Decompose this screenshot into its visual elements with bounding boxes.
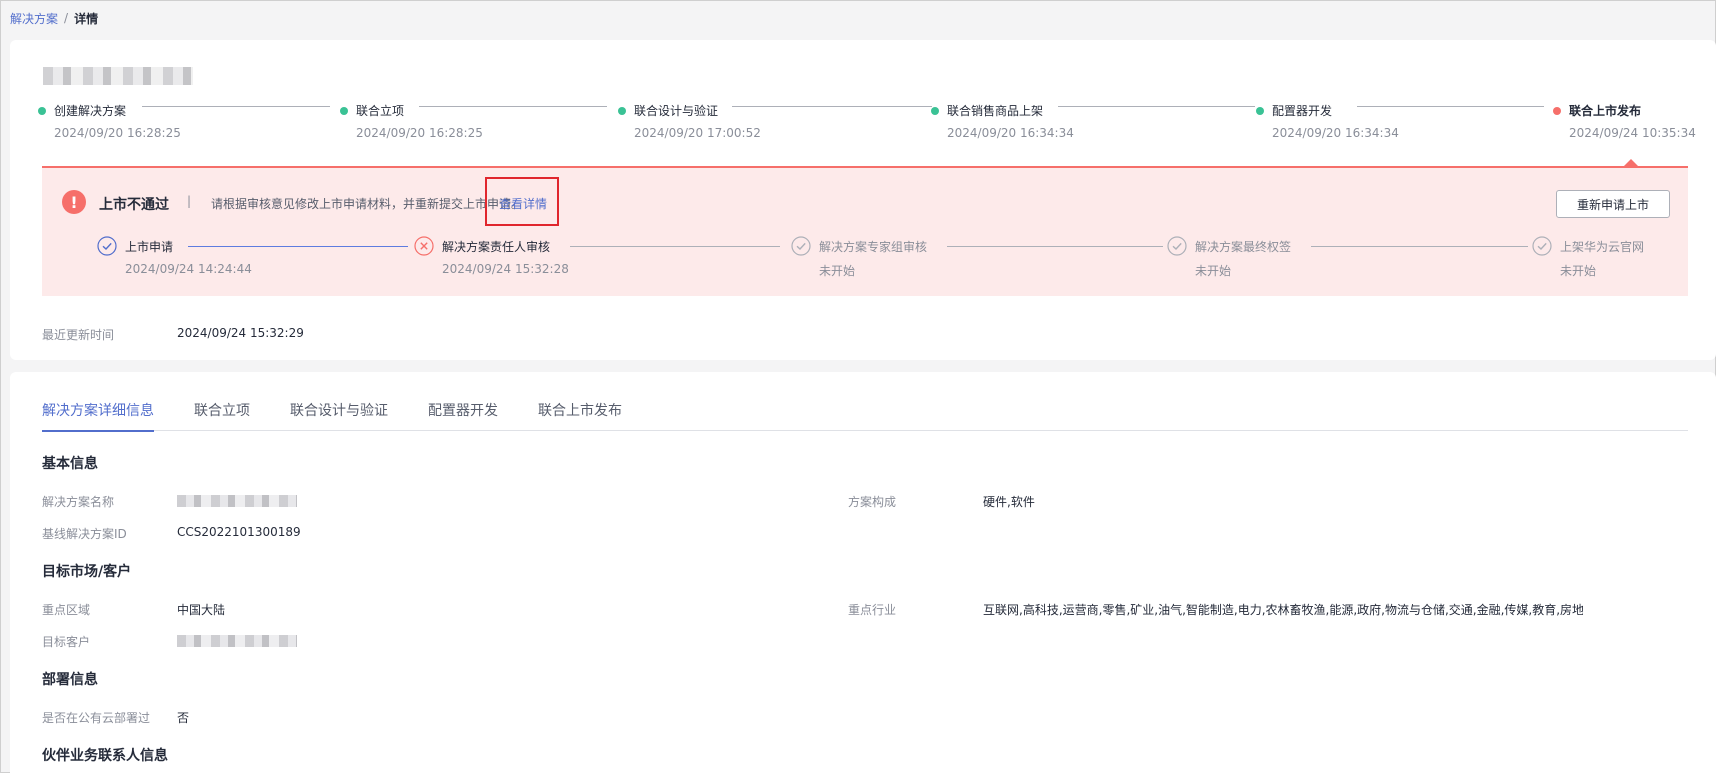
step-time: 2024/09/20 16:34:34 xyxy=(1272,126,1399,140)
step-status-dot xyxy=(1553,106,1561,115)
step-status-dot xyxy=(1256,106,1264,115)
alert-divider: | xyxy=(187,194,192,208)
breadcrumb: 解决方案 / 详情 xyxy=(10,9,98,27)
step-status-dot xyxy=(38,106,46,115)
step-connector xyxy=(1357,106,1544,107)
step-time: 2024/09/20 16:28:25 xyxy=(54,126,181,140)
substep-time: 2024/09/24 15:32:28 xyxy=(442,262,569,276)
step-joint-project: 联合立项 2024/09/20 16:28:25 xyxy=(340,102,483,140)
public-cloud-value: 否 xyxy=(177,711,190,725)
step-status-dot xyxy=(931,106,939,115)
substep-time: 2024/09/24 14:24:44 xyxy=(125,262,252,276)
step-label: 配置器开发 xyxy=(1272,104,1333,118)
breadcrumb-solutions-link[interactable]: 解决方案 xyxy=(10,10,58,27)
solution-name-redacted xyxy=(177,495,297,507)
last-updated-value: 2024/09/24 15:32:29 xyxy=(177,326,304,340)
check-circle-icon xyxy=(1532,236,1552,256)
section-deployment: 部署信息 xyxy=(42,672,98,688)
launch-rejected-alert: ! 上市不通过 | 请根据审核意见修改上市申请材料，并重新提交上市申请。 查看详… xyxy=(42,159,1688,296)
step-label: 联合设计与验证 xyxy=(634,104,719,118)
step-connector xyxy=(732,106,932,107)
target-customer-redacted xyxy=(177,635,297,647)
key-industry-label: 重点行业 xyxy=(848,603,897,617)
check-circle-icon xyxy=(791,236,811,256)
alert-pointer xyxy=(1623,159,1639,167)
substep-time: 未开始 xyxy=(1560,264,1597,278)
tab-joint-design[interactable]: 联合设计与验证 xyxy=(290,400,388,431)
section-partner-contact: 伙伴业务联系人信息 xyxy=(42,748,168,764)
substep-label: 解决方案专家组审核 xyxy=(819,239,928,254)
public-cloud-label: 是否在公有云部署过 xyxy=(42,711,151,725)
step-time: 2024/09/24 10:35:34 xyxy=(1569,126,1696,140)
error-circle-icon xyxy=(414,236,434,256)
details-card: 解决方案详细信息 联合立项 联合设计与验证 配置器开发 联合上市发布 基本信息 … xyxy=(10,372,1716,773)
step-connector xyxy=(1058,106,1255,107)
substep-time: 未开始 xyxy=(819,264,856,278)
key-region-label: 重点区域 xyxy=(42,603,91,617)
target-customer-label: 目标客户 xyxy=(42,635,91,649)
step-connector xyxy=(419,106,607,107)
substep-label: 上市申请 xyxy=(125,239,174,254)
error-icon: ! xyxy=(62,190,86,214)
substep-time: 未开始 xyxy=(1195,264,1232,278)
step-label: 联合立项 xyxy=(356,104,405,118)
step-connector xyxy=(142,106,330,107)
tab-configurator-dev[interactable]: 配置器开发 xyxy=(428,400,498,431)
progress-card: 创建解决方案 2024/09/20 16:28:25 联合立项 2024/09/… xyxy=(10,40,1716,360)
reapply-launch-button[interactable]: 重新申请上市 xyxy=(1556,190,1670,218)
tab-joint-project[interactable]: 联合立项 xyxy=(194,400,250,431)
last-updated-label: 最近更新时间 xyxy=(42,328,115,342)
substep-label: 解决方案最终权签 xyxy=(1195,239,1292,254)
composition-value: 硬件,软件 xyxy=(983,495,1035,509)
substep-final-signoff: 解决方案最终权签 未开始 xyxy=(1167,236,1291,279)
composition-label: 方案构成 xyxy=(848,495,897,509)
substep-expert-review: 解决方案专家组审核 未开始 xyxy=(791,236,927,279)
detail-tabs: 解决方案详细信息 联合立项 联合设计与验证 配置器开发 联合上市发布 xyxy=(42,400,1688,432)
substep-connector xyxy=(188,246,408,247)
step-joint-design: 联合设计与验证 2024/09/20 17:00:52 xyxy=(618,102,761,140)
substep-owner-review: 解决方案责任人审核 2024/09/24 15:32:28 xyxy=(414,236,569,276)
step-label: 联合上市发布 xyxy=(1569,104,1642,118)
step-label: 创建解决方案 xyxy=(54,104,127,118)
substep-label: 解决方案责任人审核 xyxy=(442,239,551,254)
step-joint-launch: 联合上市发布 2024/09/24 10:35:34 xyxy=(1553,102,1696,140)
solution-name-label: 解决方案名称 xyxy=(42,495,115,509)
breadcrumb-separator: / xyxy=(64,11,69,25)
step-configurator-dev: 配置器开发 2024/09/20 16:34:34 xyxy=(1256,102,1399,140)
section-target-market: 目标市场/客户 xyxy=(42,564,132,580)
key-region-value: 中国大陆 xyxy=(177,603,226,617)
check-circle-icon xyxy=(1167,236,1187,256)
substep-publish-official-site: 上架华为云官网 未开始 xyxy=(1532,236,1644,279)
breadcrumb-current: 详情 xyxy=(74,11,99,26)
check-circle-icon xyxy=(97,236,117,256)
substep-label: 上架华为云官网 xyxy=(1560,239,1645,254)
step-status-dot xyxy=(618,106,626,115)
tab-solution-details[interactable]: 解决方案详细信息 xyxy=(42,400,154,432)
substep-connector xyxy=(570,246,780,247)
step-label: 联合销售商品上架 xyxy=(947,104,1044,118)
alert-title: 上市不通过 xyxy=(99,197,169,213)
main-steps: 创建解决方案 2024/09/20 16:28:25 联合立项 2024/09/… xyxy=(10,40,1716,150)
substep-connector xyxy=(947,246,1163,247)
step-time: 2024/09/20 16:34:34 xyxy=(947,126,1074,140)
key-industry-value: 互联网,高科技,运营商,零售,矿业,油气,智能制造,电力,农林畜牧渔,能源,政府… xyxy=(983,603,1583,617)
section-basic-info: 基本信息 xyxy=(42,456,98,472)
step-time: 2024/09/20 17:00:52 xyxy=(634,126,761,140)
step-status-dot xyxy=(340,106,348,115)
step-create-solution: 创建解决方案 2024/09/20 16:28:25 xyxy=(38,102,181,140)
alert-message: 请根据审核意见修改上市申请材料，并重新提交上市申请。 xyxy=(211,197,524,211)
baseline-id-label: 基线解决方案ID xyxy=(42,527,127,541)
baseline-id-value: CCS2022101300189 xyxy=(177,525,301,539)
tab-joint-launch[interactable]: 联合上市发布 xyxy=(538,400,622,431)
step-joint-sales: 联合销售商品上架 2024/09/20 16:34:34 xyxy=(931,102,1074,140)
view-details-link[interactable]: 查看详情 xyxy=(499,195,547,212)
substep-connector xyxy=(1311,246,1528,247)
step-time: 2024/09/20 16:28:25 xyxy=(356,126,483,140)
substep-launch-application: 上市申请 2024/09/24 14:24:44 xyxy=(97,236,252,276)
